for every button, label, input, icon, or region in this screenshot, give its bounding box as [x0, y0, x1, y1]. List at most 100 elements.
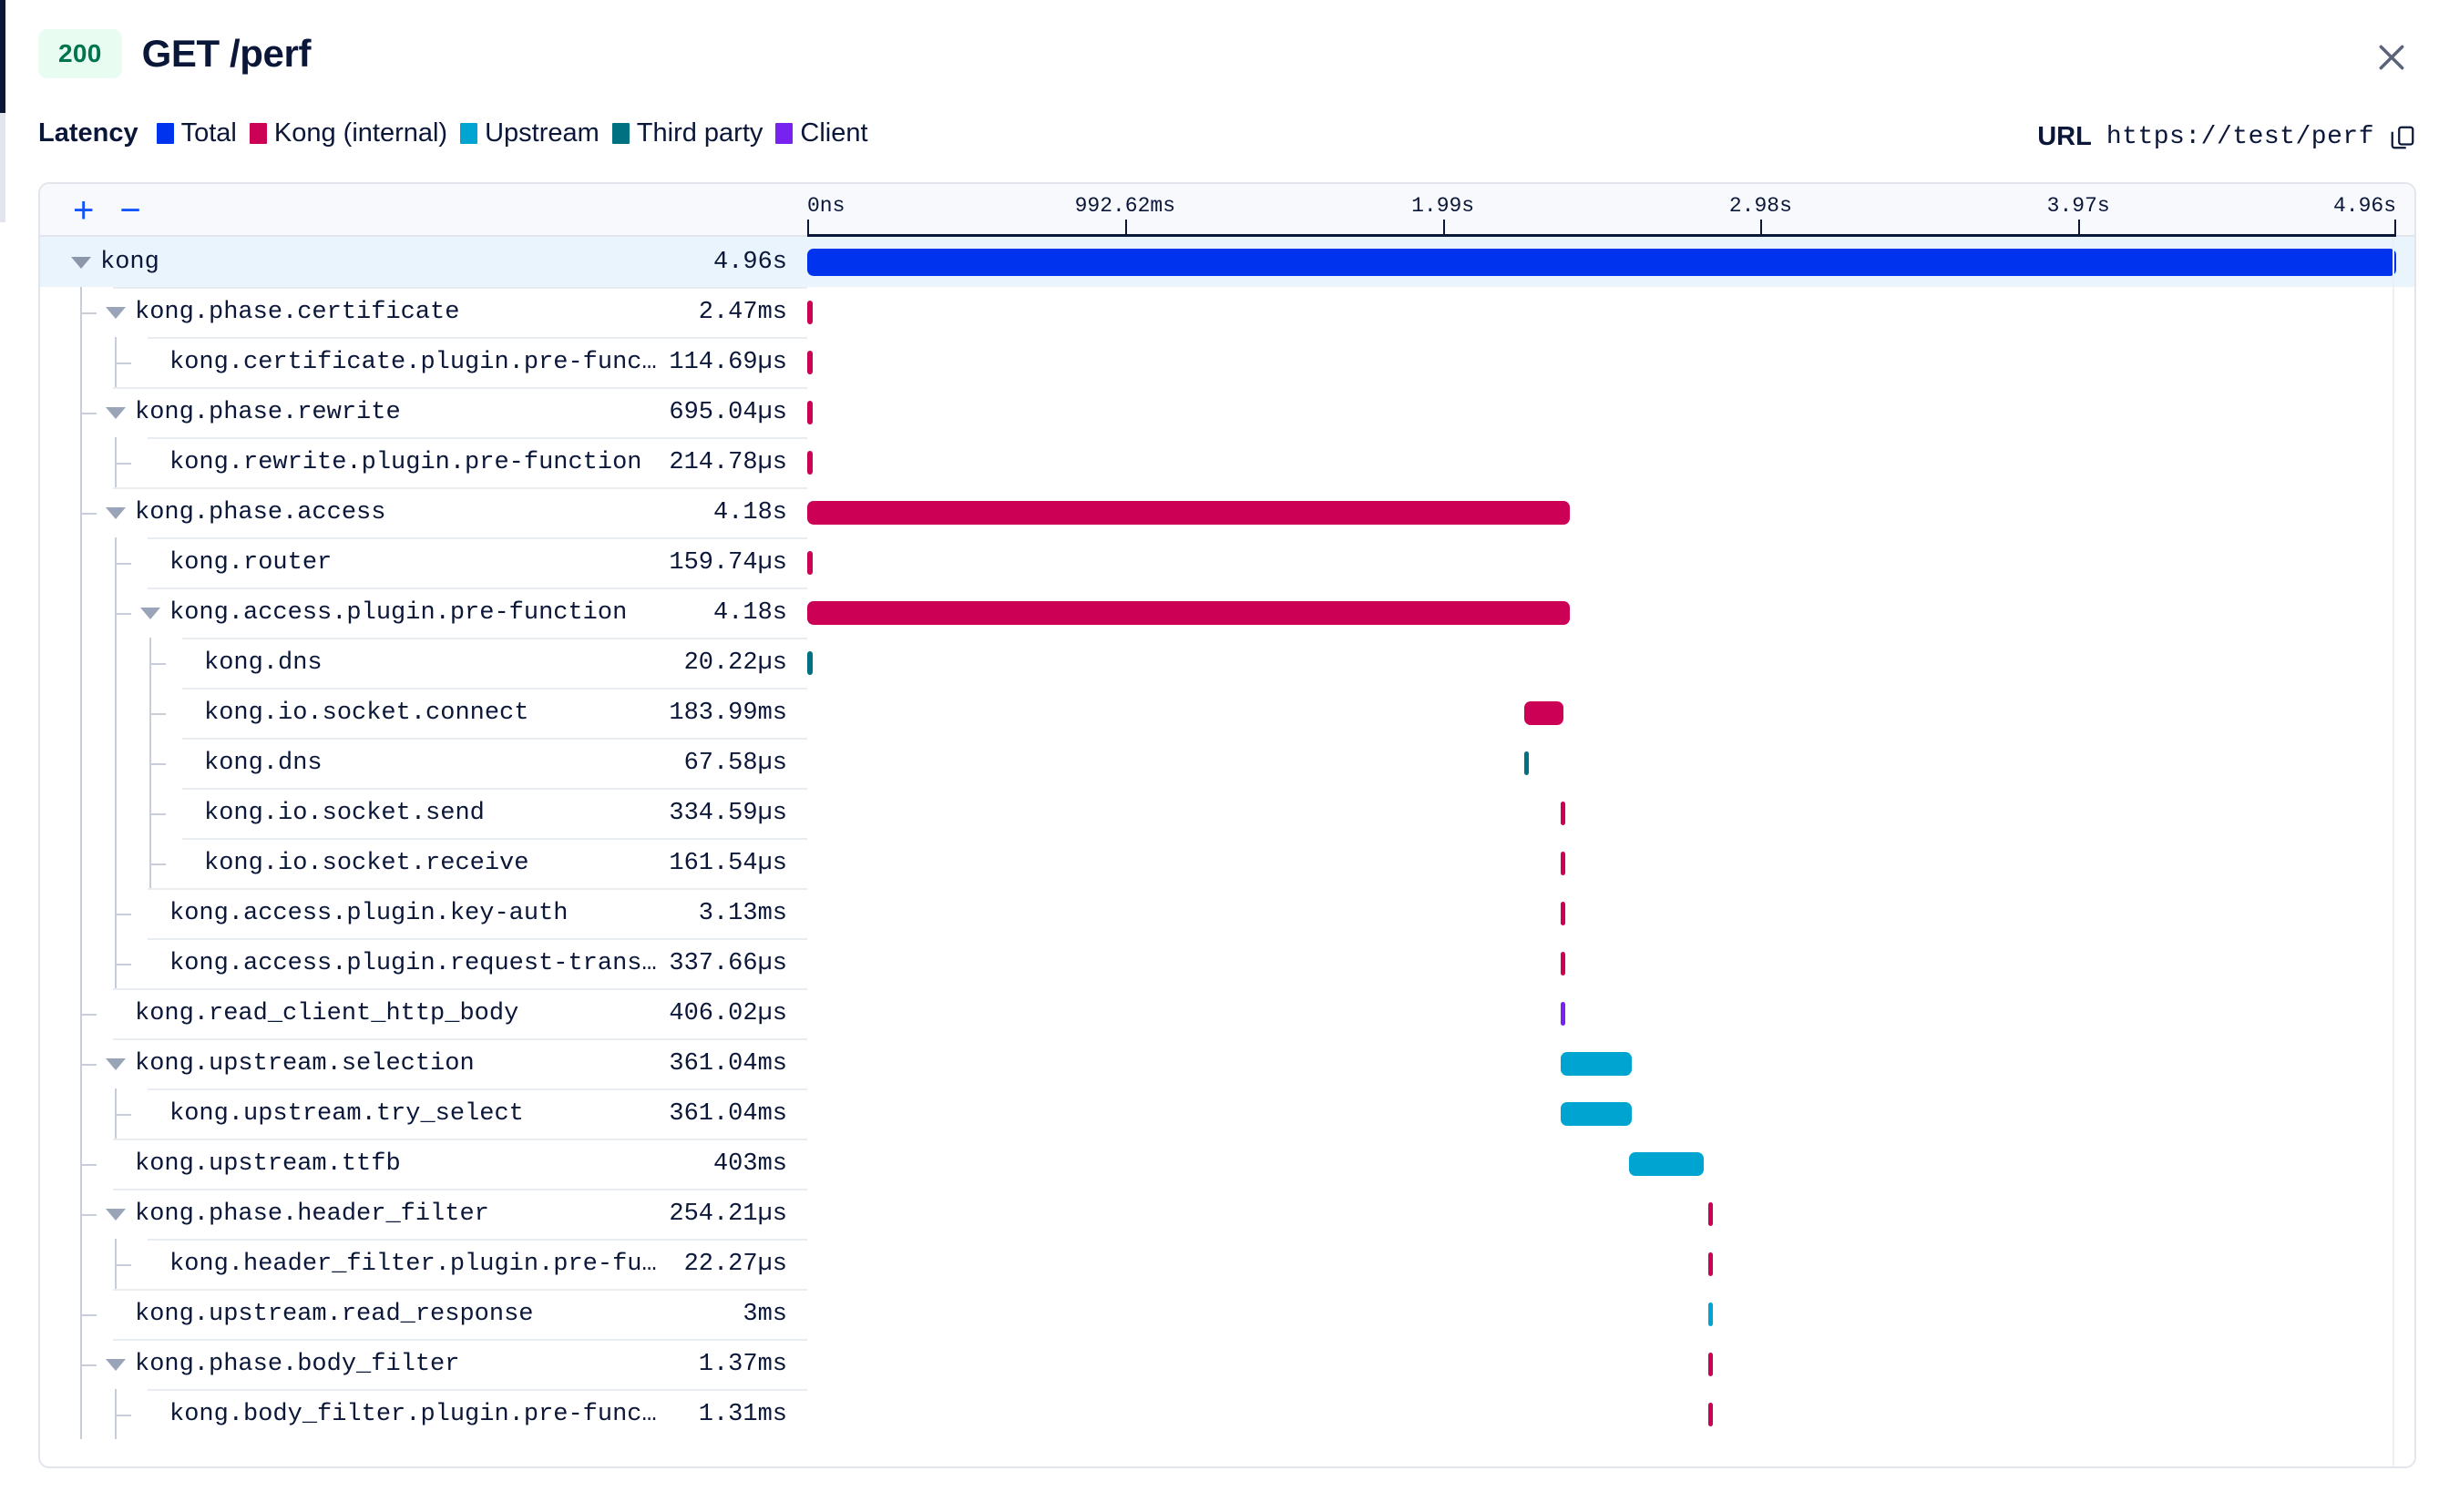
span-bar[interactable] [1560, 851, 1566, 875]
span-bar[interactable] [807, 400, 813, 424]
span-duration: 337.66µs [669, 949, 787, 977]
span-bar[interactable] [807, 500, 1571, 525]
span-bar[interactable] [807, 350, 813, 374]
span-row[interactable]: kong.io.socket.receive 161.54µs [40, 838, 2414, 888]
span-label-cell: kong.io.socket.send 334.59µs [40, 788, 807, 838]
expand-caret[interactable] [106, 1358, 126, 1371]
span-row[interactable]: kong.certificate.plugin.pre-function 114.… [40, 337, 2414, 387]
span-name: kong.read_client_http_body [135, 999, 519, 1027]
span-bar[interactable] [1560, 1101, 1633, 1126]
zoom-in-button[interactable]: + [73, 192, 94, 229]
url-block: URL https://test/perf [2037, 122, 2416, 152]
row-separator [148, 888, 807, 890]
expand-caret[interactable] [106, 406, 126, 419]
axis-tick-mark [807, 220, 809, 235]
span-row[interactable]: kong.phase.certificate 2.47ms [40, 287, 2414, 337]
span-bar[interactable] [1560, 1051, 1633, 1076]
span-row[interactable]: kong.rewrite.plugin.pre-function 214.78µs [40, 437, 2414, 487]
span-bar[interactable] [807, 300, 813, 324]
expand-caret[interactable] [106, 306, 126, 319]
expand-caret[interactable] [106, 1208, 126, 1221]
span-track [807, 1139, 2414, 1189]
span-row[interactable]: kong.dns 67.58µs [40, 738, 2414, 788]
span-row[interactable]: kong.upstream.read_response 3ms [40, 1289, 2414, 1339]
span-row[interactable]: kong.access.plugin.request-transform… 337… [40, 938, 2414, 988]
tree-connector [115, 1263, 131, 1266]
span-row[interactable]: kong.phase.body_filter 1.37ms [40, 1339, 2414, 1389]
span-bar[interactable] [1523, 751, 1530, 775]
span-row[interactable]: kong.router 159.74µs [40, 537, 2414, 587]
row-separator [182, 838, 807, 840]
row-separator [113, 1339, 807, 1341]
span-label-cell: kong.access.plugin.request-transform… 337… [40, 938, 807, 988]
expand-caret[interactable] [140, 607, 160, 619]
waterfall-toolbar: + − 0ns 992.62ms 1.99s 2.98s 3.97s 4.96s [40, 184, 2414, 237]
zoom-out-button[interactable]: − [119, 192, 140, 229]
span-row[interactable]: kong.read_client_http_body 406.02µs [40, 988, 2414, 1038]
span-row[interactable]: kong.io.socket.send 334.59µs [40, 788, 2414, 838]
span-bar[interactable] [1707, 1251, 1714, 1276]
span-bar[interactable] [807, 248, 2396, 276]
span-bar[interactable] [1707, 1352, 1714, 1376]
span-row[interactable]: kong.access.plugin.key-auth 3.13ms [40, 888, 2414, 938]
span-bar[interactable] [807, 600, 1571, 625]
expand-caret[interactable] [106, 1057, 126, 1070]
span-row[interactable]: kong.access.plugin.pre-function 4.18s [40, 587, 2414, 638]
span-row[interactable]: kong.upstream.try_select 361.04ms [40, 1088, 2414, 1139]
span-duration: 3ms [743, 1300, 787, 1328]
span-bar[interactable] [1560, 901, 1566, 925]
span-track [807, 337, 2414, 387]
span-track [807, 487, 2414, 537]
span-track [807, 888, 2414, 938]
span-row[interactable]: kong.upstream.ttfb 403ms [40, 1139, 2414, 1189]
tree-connector [80, 512, 97, 515]
span-track [807, 1339, 2414, 1389]
span-row[interactable]: kong 4.96s [40, 237, 2414, 287]
span-name: kong [100, 248, 159, 276]
span-bar[interactable] [1707, 1302, 1714, 1326]
span-label-cell: kong.upstream.selection 361.04ms [40, 1038, 807, 1088]
span-bar[interactable] [1628, 1151, 1704, 1176]
span-duration: 161.54µs [669, 849, 787, 877]
expand-caret[interactable] [71, 256, 91, 269]
axis-tick-mark [2078, 220, 2081, 235]
span-row[interactable]: kong.dns 20.22µs [40, 638, 2414, 688]
row-separator [113, 988, 807, 990]
tree-guide-line [80, 437, 82, 487]
span-bar[interactable] [1560, 1001, 1566, 1026]
span-bar[interactable] [807, 550, 813, 575]
span-bar[interactable] [1707, 1201, 1714, 1226]
span-name: kong.phase.rewrite [135, 398, 401, 426]
span-bar[interactable] [1523, 700, 1564, 725]
copy-icon[interactable] [2389, 124, 2416, 151]
span-bar[interactable] [1707, 1402, 1714, 1426]
close-button[interactable] [2367, 33, 2416, 82]
span-row[interactable]: kong.io.socket.connect 183.99ms [40, 688, 2414, 738]
span-row[interactable]: kong.upstream.selection 361.04ms [40, 1038, 2414, 1088]
span-bar[interactable] [807, 650, 813, 675]
close-icon [2379, 45, 2404, 70]
span-duration: 4.18s [712, 498, 787, 526]
tree-guide-line [80, 1239, 82, 1289]
tree-guide-line [115, 838, 117, 888]
span-name: kong.header_filter.plugin.pre-function [169, 1250, 661, 1278]
legend-label-client: Client [800, 118, 868, 148]
span-bar[interactable] [807, 450, 813, 475]
span-row[interactable]: kong.phase.rewrite 695.04µs [40, 387, 2414, 437]
span-row[interactable]: kong.header_filter.plugin.pre-function 22… [40, 1239, 2414, 1289]
row-separator [182, 688, 807, 690]
span-row[interactable]: kong.body_filter.plugin.pre-function 1.31… [40, 1389, 2414, 1439]
span-bar[interactable] [1560, 951, 1566, 976]
legend-row: Latency Total Kong (internal) Upstream T… [0, 113, 2449, 169]
title-row: 200 GET /perf [38, 29, 311, 78]
status-badge: 200 [38, 29, 122, 78]
tree-connector [80, 1013, 97, 1016]
span-bar[interactable] [1560, 801, 1566, 825]
expand-caret[interactable] [106, 506, 126, 519]
span-row[interactable]: kong.phase.access 4.18s [40, 487, 2414, 537]
tree-connector [115, 362, 131, 364]
span-row[interactable]: kong.phase.header_filter 254.21µs [40, 1189, 2414, 1239]
span-label-cell: kong.io.socket.receive 161.54µs [40, 838, 807, 888]
span-label-cell: kong.header_filter.plugin.pre-function 22… [40, 1239, 807, 1289]
axis-tick-mark [1124, 220, 1127, 235]
